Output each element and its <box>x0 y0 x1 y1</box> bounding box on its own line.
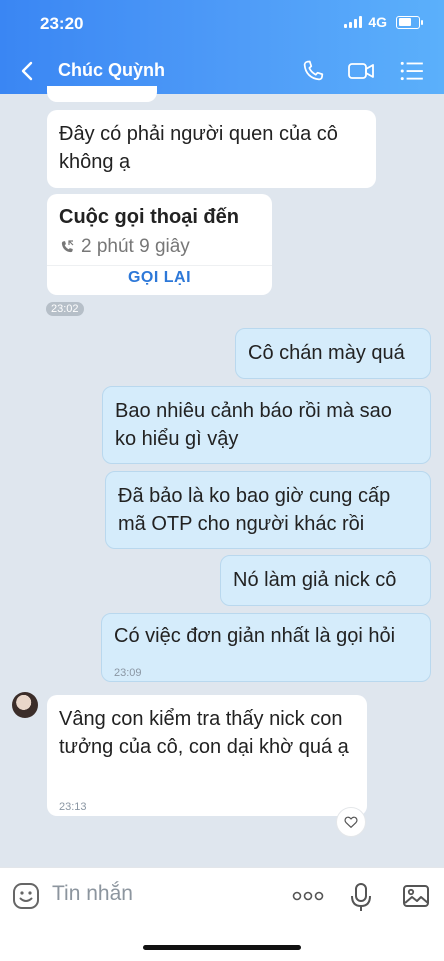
image-icon <box>403 885 429 907</box>
video-call-button[interactable] <box>347 58 375 84</box>
back-icon <box>21 61 33 81</box>
voice-button[interactable] <box>350 882 372 917</box>
react-button[interactable] <box>336 807 366 837</box>
status-indicators: 4G <box>344 14 423 30</box>
heart-icon <box>344 816 358 828</box>
message-time: 23:13 <box>59 801 87 813</box>
message-bubble: Đây có phải người quen của cô không ạ <box>47 110 376 188</box>
divider <box>47 265 272 266</box>
video-icon <box>348 63 374 79</box>
menu-button[interactable] <box>399 58 427 84</box>
menu-icon <box>400 61 423 81</box>
call-title: Cuộc gọi thoại đến <box>59 206 239 228</box>
more-button[interactable] <box>292 888 324 909</box>
call-back-button[interactable]: GỌI LẠI <box>47 269 272 287</box>
previous-message-bubble <box>47 86 157 102</box>
message-text: Vâng con kiểm tra thấy nick con tưởng củ… <box>59 708 349 758</box>
message-text: Nó làm giả nick cô <box>233 569 397 591</box>
signal-icon <box>344 16 363 28</box>
incoming-call-card: Cuộc gọi thoại đến 2 phút 9 giây GỌI LẠI <box>47 194 272 295</box>
avatar[interactable] <box>12 692 38 718</box>
timestamp-chip: 23:02 <box>46 302 84 316</box>
chat-header: 23:20 4G Chúc Quỳnh <box>0 0 444 94</box>
back-button[interactable] <box>20 56 44 86</box>
sticker-button[interactable] <box>12 882 40 915</box>
phone-icon <box>303 60 324 81</box>
message-bubble: Vâng con kiểm tra thấy nick con tưởng củ… <box>47 695 367 816</box>
battery-icon <box>396 15 423 29</box>
call-duration-row: 2 phút 9 giây <box>59 236 190 258</box>
image-button[interactable] <box>402 882 430 915</box>
message-text: Đây có phải người quen của cô không ạ <box>59 123 338 173</box>
missed-call-icon <box>61 240 74 253</box>
contact-name[interactable]: Chúc Quỳnh <box>58 60 165 81</box>
call-button[interactable] <box>300 58 328 84</box>
message-bubble: Có việc đơn giản nhất là gọi hỏi 23:09 <box>101 613 431 682</box>
more-icon <box>292 891 324 901</box>
sticker-icon <box>13 883 39 909</box>
message-text: Cô chán mày quá <box>248 342 405 364</box>
message-bubble: Cô chán mày quá <box>235 328 431 379</box>
network-label: 4G <box>368 14 387 30</box>
call-duration: 2 phút 9 giây <box>81 236 190 257</box>
message-bubble: Bao nhiêu cảnh báo rồi mà sao ko hiểu gì… <box>102 386 431 464</box>
mic-icon <box>351 883 371 911</box>
message-text: Bao nhiêu cảnh báo rồi mà sao ko hiểu gì… <box>115 400 392 450</box>
message-text: Có việc đơn giản nhất là gọi hỏi <box>114 625 396 647</box>
message-text: Đã bảo là ko bao giờ cung cấp mã OTP cho… <box>118 485 391 535</box>
message-bubble: Đã bảo là ko bao giờ cung cấp mã OTP cho… <box>105 471 431 549</box>
message-bubble: Nó làm giả nick cô <box>220 555 431 606</box>
message-time: 23:09 <box>114 667 142 679</box>
message-input[interactable]: Tin nhắn <box>52 882 133 906</box>
home-indicator <box>143 945 301 950</box>
status-time: 23:20 <box>40 14 84 33</box>
